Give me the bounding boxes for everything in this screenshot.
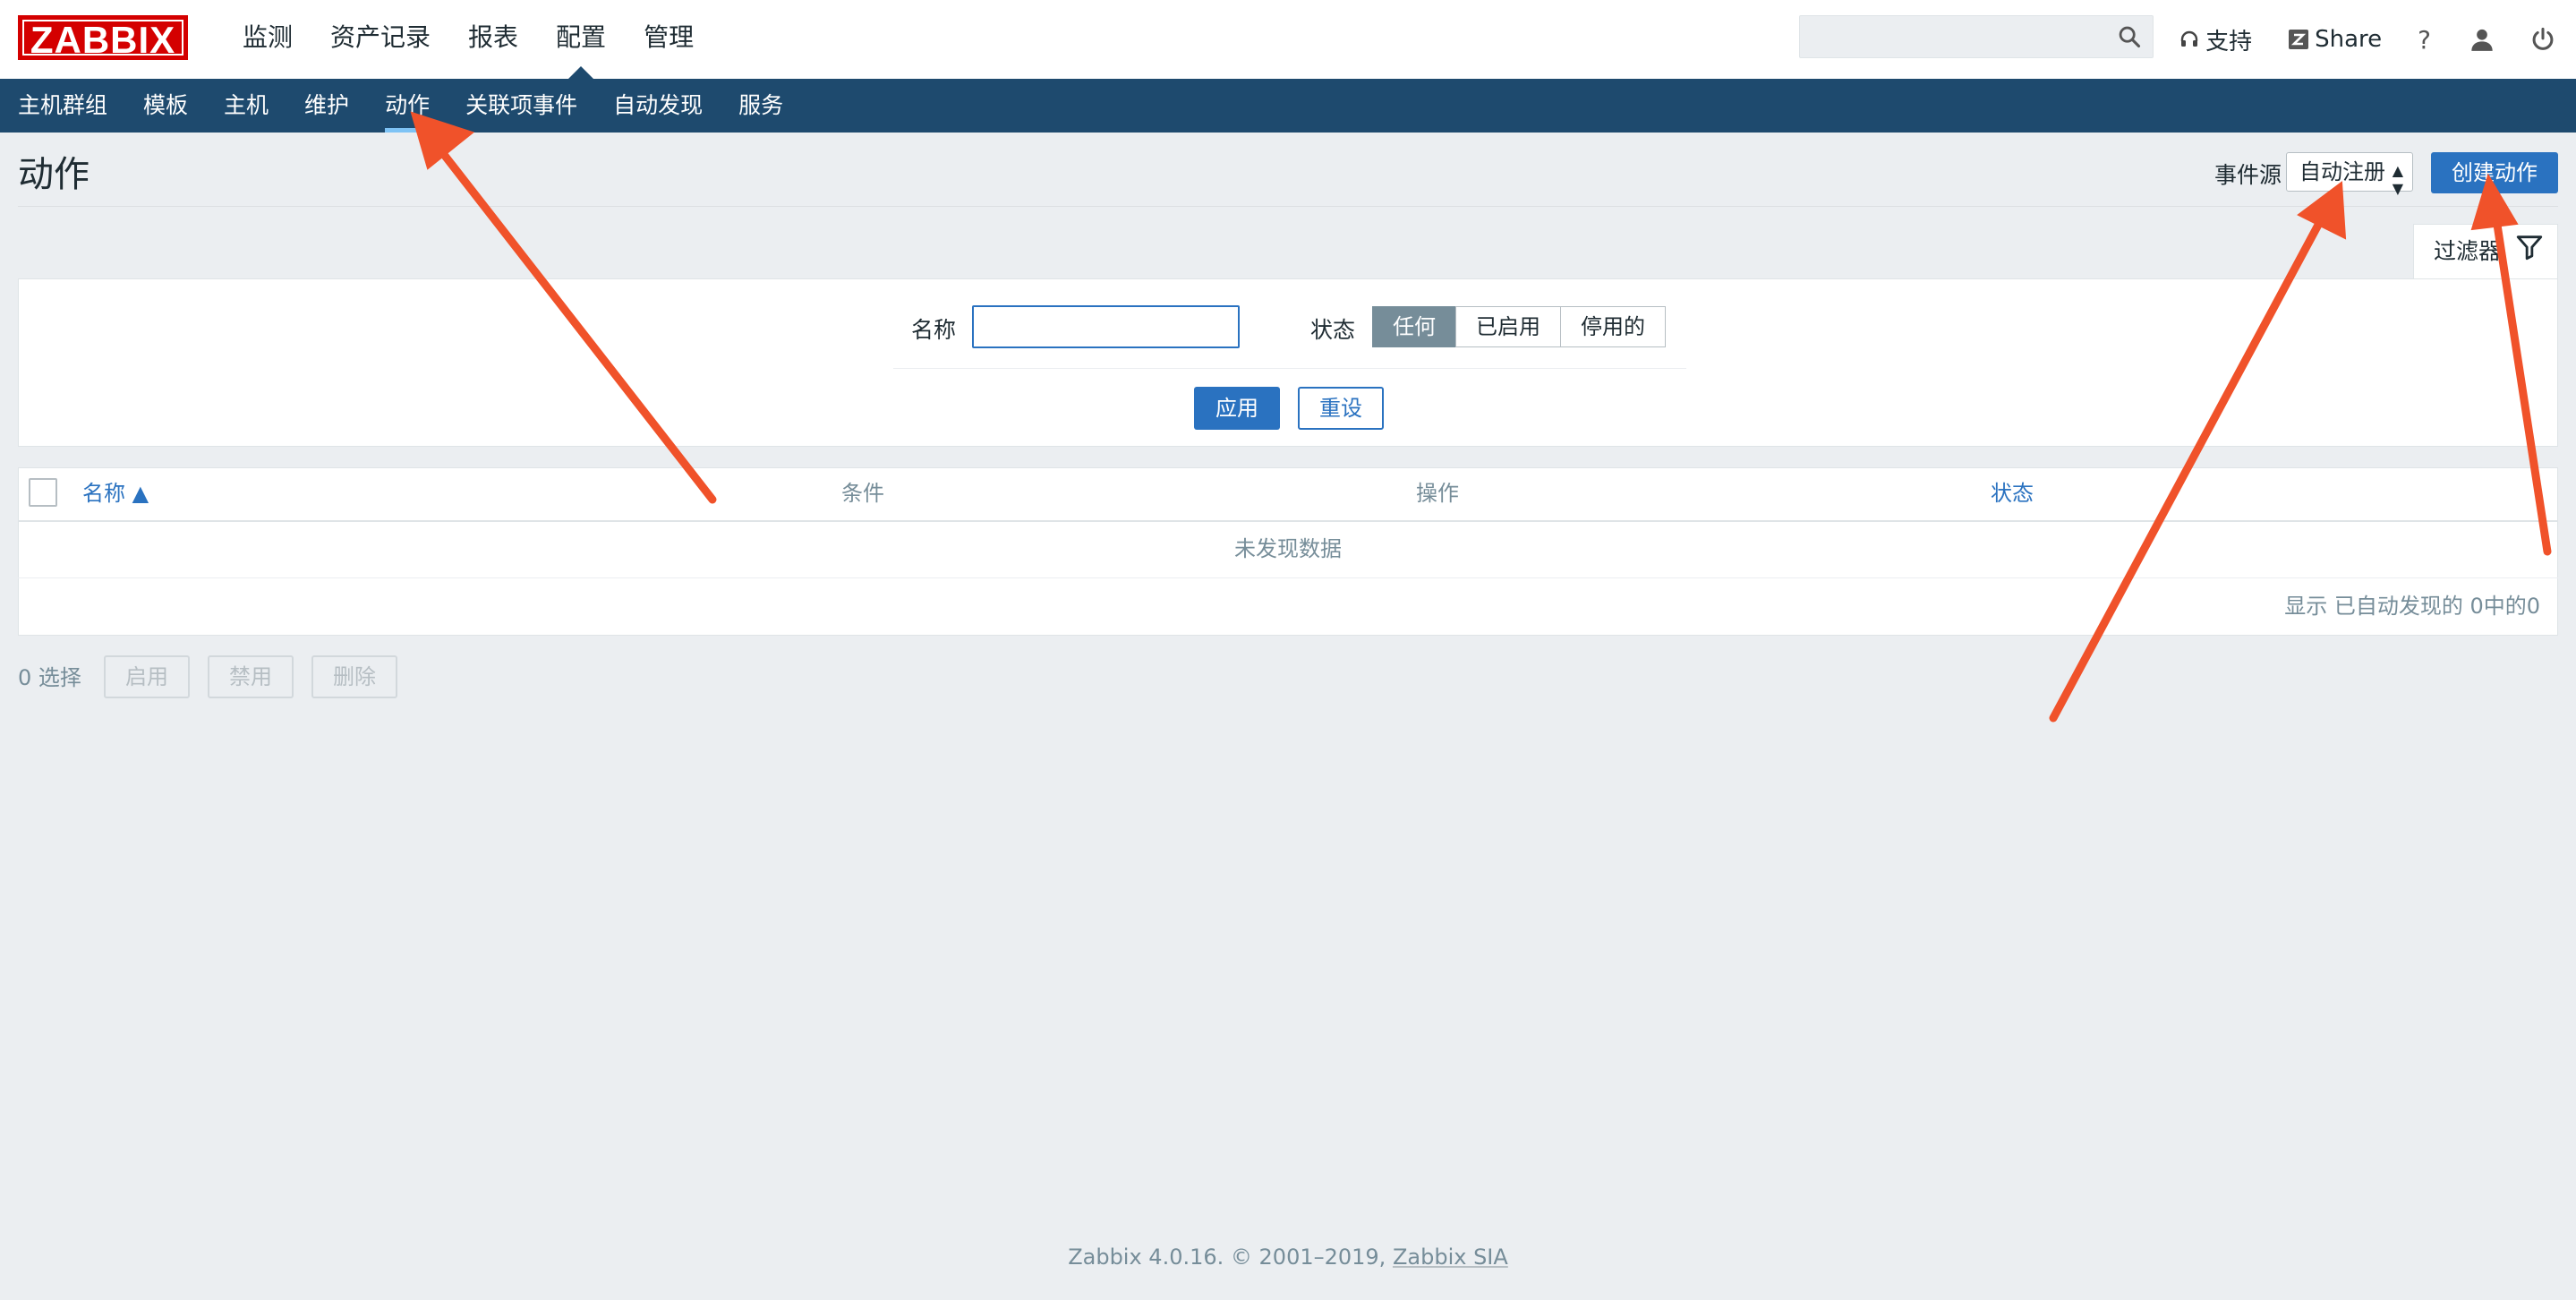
- enable-button[interactable]: 启用: [104, 655, 190, 698]
- event-source-select[interactable]: 自动注册 ▲ ▼: [2286, 152, 2413, 197]
- support-link[interactable]: 支持: [2179, 23, 2252, 56]
- delete-button[interactable]: 删除: [311, 655, 397, 698]
- top-links: 支持 Share ?: [2179, 0, 2576, 79]
- sub-nav: 主机群组 模板 主机 维护 动作 关联项事件 自动发现 服务: [0, 79, 2576, 133]
- filter-name-label: 名称: [911, 317, 957, 343]
- sub-nav-maintenance[interactable]: 维护: [286, 79, 367, 133]
- sub-nav-services[interactable]: 服务: [721, 79, 801, 133]
- sub-nav-templates[interactable]: 模板: [125, 79, 206, 133]
- filter-panel: [18, 278, 2558, 447]
- help-icon: ?: [2418, 24, 2431, 55]
- sub-nav-host-groups[interactable]: 主机群组: [0, 79, 125, 133]
- filter-status-label: 状态: [1310, 317, 1356, 343]
- main-nav-monitoring[interactable]: 监测: [224, 0, 311, 79]
- annotation-arrows: [410, 111, 2552, 723]
- filter-status-segmented: 任何 已启用 停用的: [1372, 306, 1666, 347]
- column-conditions-header: 条件: [841, 481, 884, 506]
- paging-status: 显示 已自动发现的 0中的0: [2284, 594, 2540, 619]
- power-icon: [2532, 27, 2554, 50]
- user-icon: [2471, 29, 2493, 51]
- status-option-enabled[interactable]: 已启用: [1455, 306, 1561, 347]
- help-link[interactable]: ?: [2418, 25, 2431, 55]
- disable-button[interactable]: 禁用: [208, 655, 294, 698]
- selected-count: 0 选择: [18, 665, 81, 690]
- event-source-label: 事件源: [2214, 162, 2282, 188]
- footer: Zabbix 4.0.16. © 2001–2019, Zabbix SIA: [0, 1244, 2576, 1270]
- footer-text: Zabbix 4.0.16. © 2001–2019,: [1068, 1244, 1386, 1270]
- select-all-checkbox[interactable]: [29, 478, 57, 507]
- filter-icon: [2516, 235, 2543, 261]
- search-icon[interactable]: [2117, 24, 2142, 49]
- no-data-message: 未发现数据: [1234, 536, 1342, 561]
- sub-nav-event-correlation[interactable]: 关联项事件: [448, 79, 595, 133]
- share-z-icon: [2289, 30, 2309, 49]
- create-action-button[interactable]: 创建动作: [2431, 152, 2558, 193]
- share-label: Share: [2315, 26, 2383, 53]
- share-link[interactable]: Share: [2288, 26, 2382, 53]
- table-row-divider: [18, 577, 2558, 578]
- footer-zabbix-sia-link[interactable]: Zabbix SIA: [1393, 1244, 1508, 1270]
- event-source-value: 自动注册: [2299, 159, 2385, 184]
- main-nav: 监测 资产记录 报表 配置 管理: [224, 0, 712, 79]
- sub-nav-discovery[interactable]: 自动发现: [595, 79, 721, 133]
- reset-button[interactable]: 重设: [1298, 387, 1384, 430]
- column-status-header[interactable]: 状态: [1991, 480, 2034, 507]
- main-nav-administration[interactable]: 管理: [625, 0, 712, 79]
- filter-name-input[interactable]: [972, 305, 1240, 348]
- header-divider: [18, 206, 2558, 207]
- apply-button[interactable]: 应用: [1194, 387, 1280, 430]
- status-option-disabled[interactable]: 停用的: [1560, 306, 1666, 347]
- main-nav-configuration[interactable]: 配置: [537, 0, 625, 79]
- status-option-any[interactable]: 任何: [1372, 306, 1456, 347]
- filter-tab-label: 过滤器: [2434, 238, 2502, 264]
- select-arrows-icon: ▲ ▼: [2392, 162, 2403, 197]
- sub-nav-actions[interactable]: 动作: [367, 79, 448, 133]
- main-nav-inventory[interactable]: 资产记录: [311, 0, 449, 79]
- filter-divider: [893, 368, 1686, 369]
- headset-icon: [2180, 30, 2198, 47]
- table-header-divider: [18, 520, 2558, 522]
- column-operations-header: 操作: [1416, 481, 1459, 506]
- top-bar: ZABBIX 监测 资产记录 报表 配置 管理 支持 Share ?: [0, 0, 2576, 79]
- global-search-input[interactable]: [1799, 15, 2154, 58]
- zabbix-logo[interactable]: ZABBIX: [18, 15, 188, 61]
- page-title: 动作: [18, 154, 90, 195]
- column-name-header[interactable]: 名称 ▲: [82, 480, 149, 507]
- support-label: 支持: [2205, 28, 2253, 56]
- main-nav-reports[interactable]: 报表: [449, 0, 537, 79]
- filter-tab[interactable]: 过滤器: [2413, 224, 2558, 279]
- profile-button[interactable]: [2467, 24, 2497, 55]
- sub-nav-hosts[interactable]: 主机: [206, 79, 286, 133]
- sign-out-button[interactable]: [2528, 24, 2558, 55]
